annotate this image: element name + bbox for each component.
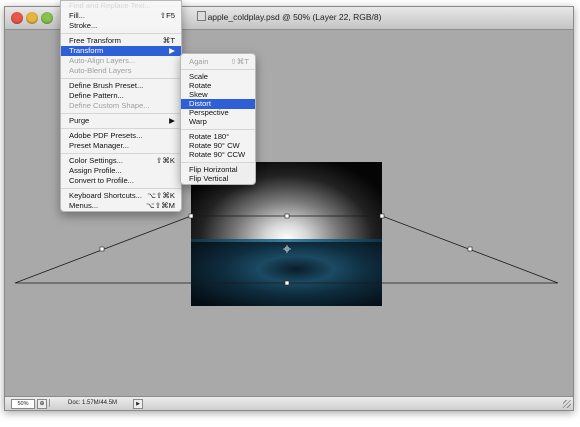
status-bar: 50% ⊕ Doc: 1.57M/44.5M ▶: [5, 396, 573, 410]
menu-item-again: Again ⇧⌘T: [189, 57, 249, 66]
menu-item-rotate-90-ccw[interactable]: Rotate 90° CCW: [181, 150, 255, 160]
transform-handle-middle-left[interactable]: [99, 246, 105, 252]
transform-submenu: Again ⇧⌘T Scale Rotate Skew Distort Persp…: [180, 53, 256, 185]
menu-item-assign-profile[interactable]: Assign Profile...: [61, 166, 181, 176]
menu-item-define-custom-shape: Define Custom Shape...: [69, 101, 150, 110]
menu-separator: [61, 153, 181, 154]
menu-separator: [61, 128, 181, 129]
transform-handle-top-center[interactable]: [284, 213, 290, 219]
resize-grip-icon[interactable]: [563, 400, 571, 408]
menu-separator: [61, 33, 181, 34]
menu-item-define-pattern[interactable]: Define Pattern...: [61, 91, 181, 101]
menu-item-convert-to-profile[interactable]: Convert to Profile...: [61, 176, 181, 186]
transform-handle-middle-right[interactable]: [467, 246, 473, 252]
document-size: Doc: 1.57M/44.5M: [49, 399, 131, 407]
transform-outline: [14, 215, 559, 284]
menu-item-transform[interactable]: Transform ▶: [61, 46, 181, 56]
menu-item-adobe-pdf-presets[interactable]: Adobe PDF Presets...: [61, 131, 181, 141]
document-icon: [196, 11, 206, 21]
menu-item-menus[interactable]: Menus... ⌥⇧⌘M: [61, 201, 181, 211]
transform-handle-bottom-center[interactable]: [284, 280, 290, 286]
menu-separator: [61, 188, 181, 189]
menu-separator: [61, 113, 181, 114]
menu-item-auto-align-layers: Auto-Align Layers...: [69, 56, 136, 65]
transform-handle-top-left[interactable]: [188, 213, 194, 219]
menu-item-flip-vertical[interactable]: Flip Vertical: [181, 174, 255, 184]
menu-item-keyboard-shortcuts[interactable]: Keyboard Shortcuts... ⌥⇧⌘K: [61, 191, 181, 201]
menu-separator: [181, 129, 255, 130]
menu-item-stroke[interactable]: Stroke...: [61, 21, 181, 31]
window-title-text: apple_coldplay.psd @ 50% (Layer 22, RGB/…: [207, 12, 382, 22]
menu-separator: [181, 69, 255, 70]
menu-item-define-brush-preset[interactable]: Define Brush Preset...: [61, 81, 181, 91]
zoom-level-field[interactable]: 50%: [11, 399, 35, 409]
transform-center-point[interactable]: [283, 245, 291, 253]
menu-separator: [61, 78, 181, 79]
status-menu-arrow[interactable]: ▶: [133, 399, 143, 409]
menu-item-find-replace: Find and Replace Text...: [69, 1, 151, 10]
menu-item-auto-blend-layers: Auto-Blend Layers: [69, 66, 132, 75]
menu-item-free-transform[interactable]: Free Transform ⌘T: [61, 36, 181, 46]
menu-item-fill[interactable]: Fill... ⇧F5: [61, 11, 181, 21]
edit-menu: Find and Replace Text... Fill... ⇧F5 Stro…: [60, 0, 182, 212]
menu-separator: [181, 162, 255, 163]
menu-item-preset-manager[interactable]: Preset Manager...: [61, 141, 181, 151]
menu-item-purge[interactable]: Purge ▶: [61, 116, 181, 126]
transform-handle-top-right[interactable]: [379, 213, 385, 219]
menu-item-warp[interactable]: Warp: [181, 117, 255, 127]
zoom-tool-icon[interactable]: ⊕: [37, 399, 47, 409]
menu-item-color-settings[interactable]: Color Settings... ⇧⌘K: [61, 156, 181, 166]
